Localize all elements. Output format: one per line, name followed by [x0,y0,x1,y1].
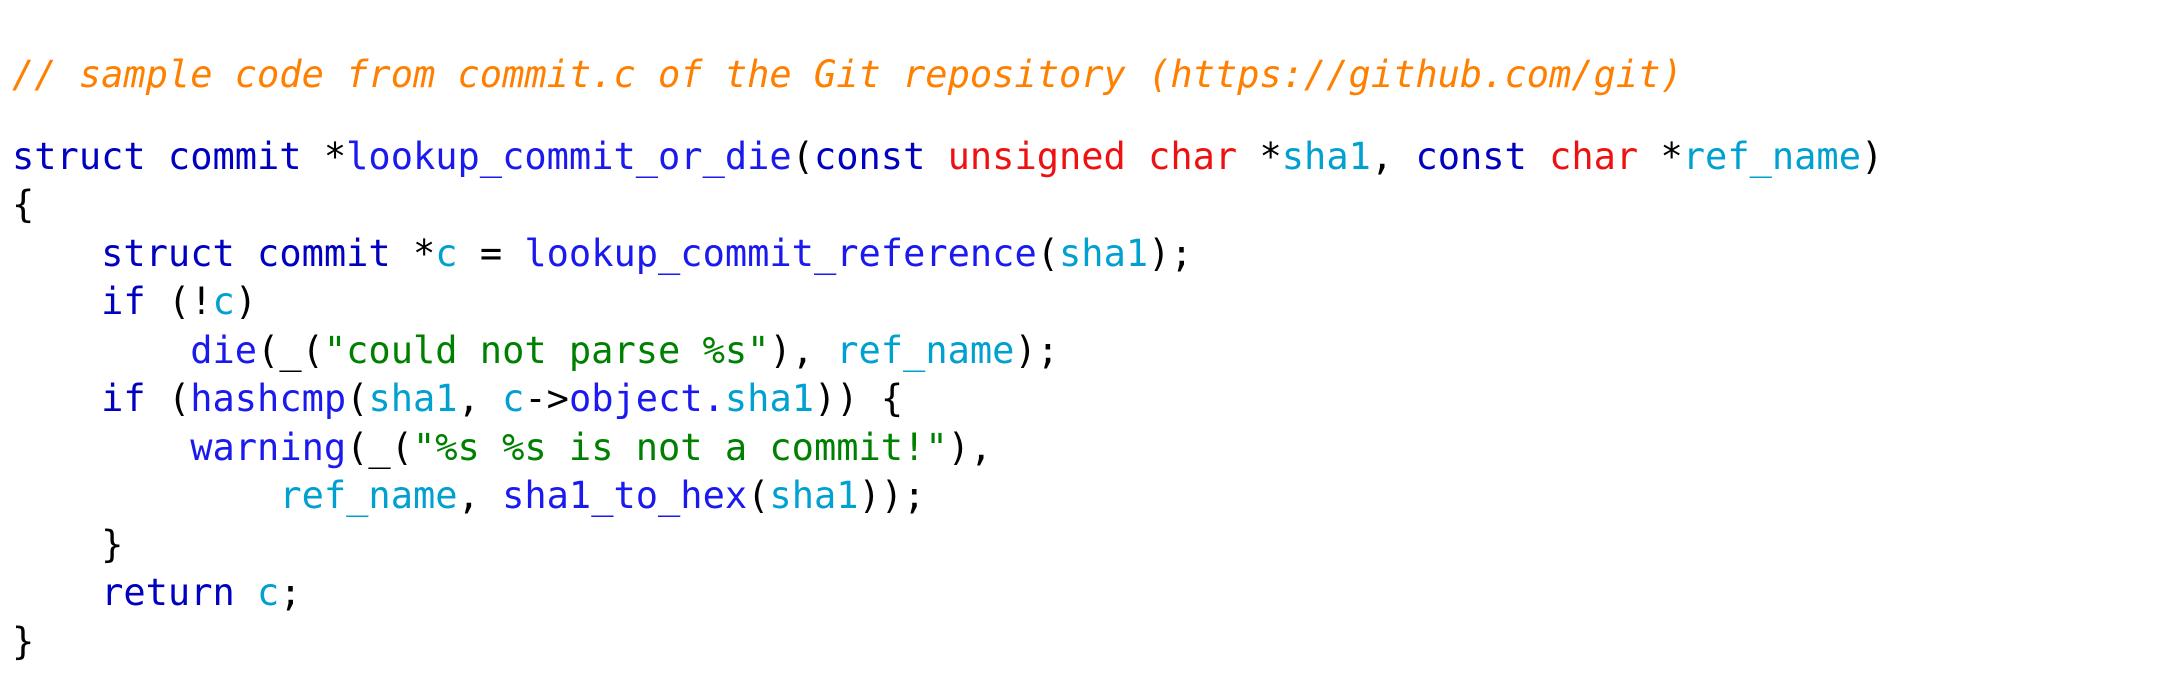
token-punct: ( [145,377,191,420]
token-keyword: if [101,377,146,420]
line-13-close-brace: } [12,618,2175,667]
line-3-signature: struct commit *lookup_commit_or_die(cons… [12,133,2175,182]
token-punct: -> [524,377,569,420]
token-punct [235,571,257,614]
token-punct: ) [1861,134,1884,178]
token-function: object. [568,377,725,420]
token-punct: = [457,231,525,275]
token-keyword: struct commit [101,231,413,275]
token-function: sha1_to_hex [502,474,748,517]
token-punct: } [101,522,124,566]
token-punct: * [1660,134,1683,178]
token-punct: , [1370,134,1416,178]
line-8-if-hashcmp: if (hashcmp(sha1, c->object.sha1)) { [12,375,2175,424]
token-function: warning [190,425,347,469]
token-comment: // sample code from commit.c of the Git … [12,53,1683,96]
token-punct: ( [791,134,814,178]
token-variable: c [212,280,235,323]
token-string: "could not parse %s" [323,328,770,372]
token-function: hashcmp [190,377,347,420]
token-punct: , [457,474,503,517]
token-type: unsigned char [947,134,1260,178]
token-variable: c [257,571,280,614]
line-9-warning: warning(_("%s %s is not a commit!"), [12,424,2175,473]
token-variable: sha1 [1059,231,1149,275]
token-variable: sha1 [724,377,815,420]
token-variable: sha1 [368,377,458,420]
token-variable: c [502,377,525,420]
token-function: lookup_commit_or_die [346,134,792,178]
token-punct: (_( [257,328,324,372]
token-punct: ) [234,280,258,323]
token-punct: (! [145,280,213,323]
token-punct: ); [1014,328,1060,372]
token-punct: ); [1148,231,1193,275]
line-10-warning-args: ref_name, sha1_to_hex(sha1)); [12,472,2175,521]
line-5-declaration: struct commit *c = lookup_commit_referen… [12,230,2175,279]
token-keyword: struct commit [12,134,324,178]
token-punct: * [1259,134,1282,178]
token-punct: } [12,619,35,663]
token-keyword: return [101,571,235,614]
token-punct: ), [947,425,993,469]
token-punct: { [12,183,35,226]
token-punct: ( [1036,231,1060,275]
line-12-return: return c; [12,569,2175,618]
token-variable: ref_name [1682,134,1861,178]
token-punct: * [323,134,347,178]
token-keyword: const [1415,134,1550,178]
token-variable: ref_name [836,328,1015,372]
token-function: lookup_commit_reference [524,231,1037,275]
line-4-open-brace: { [12,181,2175,230]
line-6-if-null: if (!c) [12,278,2175,327]
line-7-die: die(_("could not parse %s"), ref_name); [12,327,2175,376]
token-punct: ( [346,377,369,420]
token-variable: c [435,231,458,275]
token-variable: sha1 [1281,134,1371,178]
token-punct: * [412,231,436,275]
token-keyword: const [813,134,948,178]
code-block: // sample code from commit.c of the Git … [12,51,2175,666]
token-punct: (_( [346,425,413,469]
token-variable: ref_name [279,474,458,517]
token-punct: )); [858,474,926,517]
line-2-blank [12,100,2175,133]
token-variable: sha1 [769,474,859,517]
token-punct: , [457,377,503,420]
token-keyword: if [101,280,146,323]
token-punct: ), [769,328,837,372]
token-type: char [1549,134,1661,178]
token-punct: )) { [814,377,904,420]
code-snippet-figure: // sample code from commit.c of the Git … [0,0,2175,675]
line-1-comment: // sample code from commit.c of the Git … [12,51,2175,100]
token-function: die [190,328,258,372]
token-punct: ( [747,474,770,517]
line-11-close-if: } [12,521,2175,570]
token-string: "%s %s is not a commit!" [412,425,948,469]
token-punct: ; [279,571,302,614]
